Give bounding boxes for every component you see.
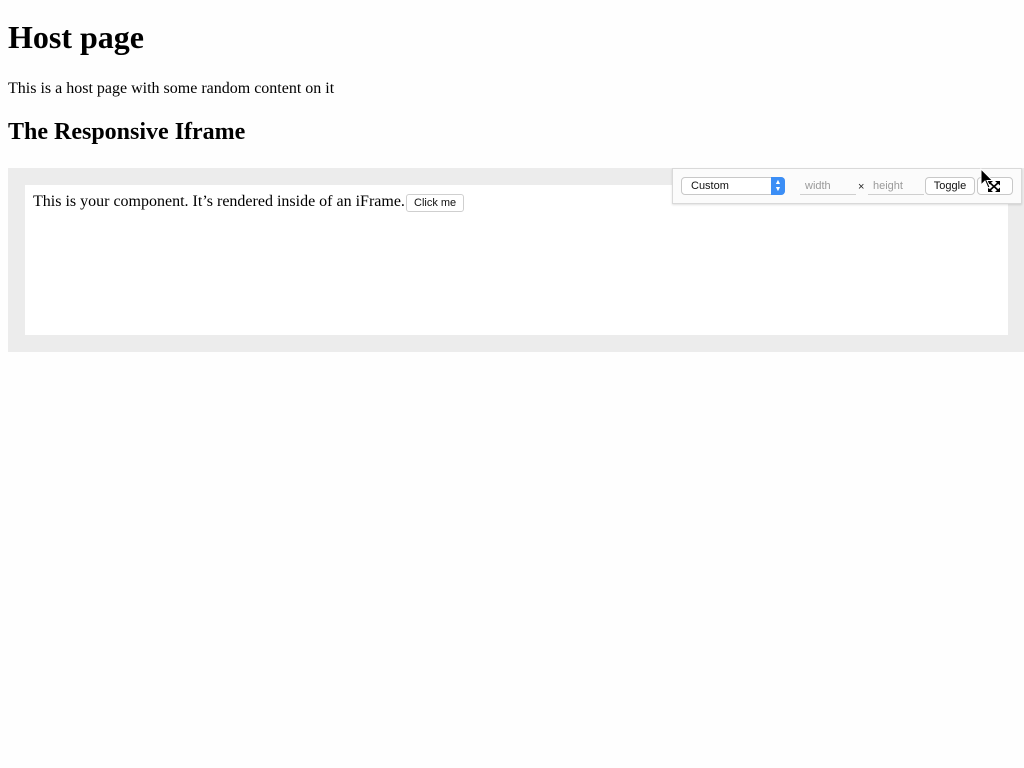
select-arrows-icon: ▲ ▼ [771,177,785,195]
intro-text: This is a host page with some random con… [8,80,335,97]
component-text: This is your component. It’s rendered in… [33,193,405,210]
section-heading: The Responsive Iframe [8,119,246,145]
page-title: Host page [8,19,144,55]
height-input[interactable] [868,178,924,195]
dimension-separator: × [858,181,865,193]
fullscreen-button[interactable] [977,177,1013,195]
expand-icon [988,181,1000,192]
device-preset-select[interactable]: Custom ▲ ▼ [681,177,785,195]
width-input[interactable] [800,178,856,195]
toggle-button[interactable]: Toggle [925,177,975,195]
click-me-button[interactable]: Click me [406,194,465,212]
device-preset-value: Custom [691,180,729,192]
iframe-viewport: This is your component. It’s rendered in… [25,185,1008,335]
device-toolbar: Custom ▲▼ × Toggle [672,168,1022,204]
